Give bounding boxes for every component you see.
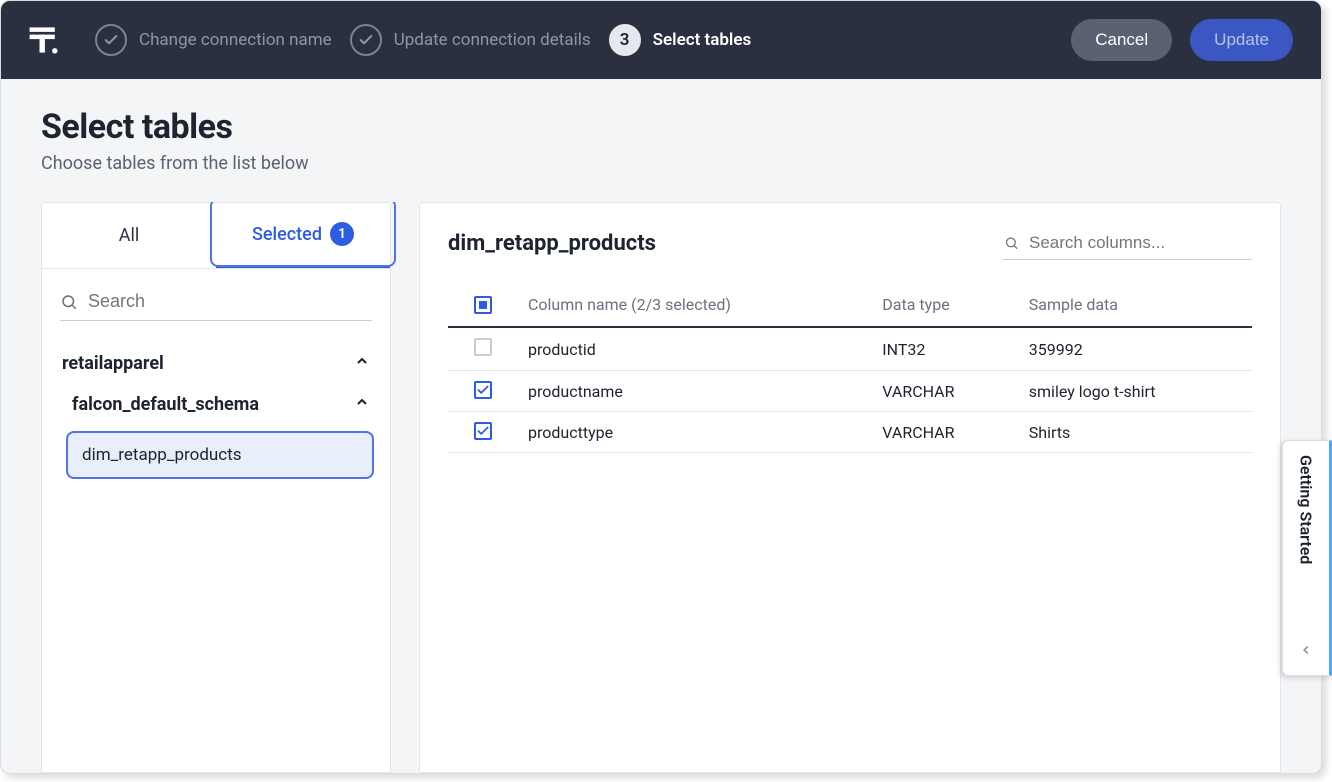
right-panel: dim_retapp_products Column name (2/3 sel… <box>419 202 1281 773</box>
column-name-cell: producttype <box>518 412 872 453</box>
tree-schema[interactable]: falcon_default_schema <box>58 384 374 425</box>
table-row: productidINT32359992 <box>448 327 1252 371</box>
table-search-input[interactable] <box>88 291 372 312</box>
row-checkbox[interactable] <box>474 422 492 440</box>
step-label: Change connection name <box>139 30 332 50</box>
sample-data-cell: Shirts <box>1019 412 1252 453</box>
data-type-cell: VARCHAR <box>872 371 1018 412</box>
table-row: productnameVARCHARsmiley logo t-shirt <box>448 371 1252 412</box>
tree-database[interactable]: retailapparel <box>58 343 374 384</box>
schema-name: falcon_default_schema <box>72 394 259 415</box>
select-all-checkbox[interactable] <box>474 296 492 314</box>
step-label: Update connection details <box>394 30 591 50</box>
database-name: retailapparel <box>62 353 164 374</box>
tree-table-selected[interactable]: dim_retapp_products <box>66 431 374 479</box>
table-row: producttypeVARCHARShirts <box>448 412 1252 453</box>
search-icon <box>60 293 78 311</box>
row-checkbox[interactable] <box>474 338 492 356</box>
table-search[interactable] <box>60 283 372 321</box>
getting-started-label: Getting Started <box>1297 455 1316 642</box>
data-type-header: Data type <box>872 282 1018 327</box>
selected-table-title: dim_retapp_products <box>448 231 656 256</box>
column-name-header: Column name (2/3 selected) <box>518 282 872 327</box>
chevron-up-icon <box>354 394 370 415</box>
column-search[interactable] <box>1002 227 1252 260</box>
chevron-left-icon <box>1299 642 1313 661</box>
sample-data-cell: smiley logo t-shirt <box>1019 371 1252 412</box>
check-icon <box>95 24 127 56</box>
page-title: Select tables <box>41 107 1281 147</box>
app-logo <box>21 17 67 63</box>
step-label: Select tables <box>653 30 752 50</box>
step-number: 3 <box>609 24 641 56</box>
columns-table: Column name (2/3 selected) Data type Sam… <box>448 282 1252 453</box>
check-icon <box>350 24 382 56</box>
step-3-active[interactable]: 3 Select tables <box>609 24 752 56</box>
column-name-cell: productid <box>518 327 872 371</box>
data-type-cell: INT32 <box>872 327 1018 371</box>
selected-count-badge: 1 <box>330 222 354 246</box>
getting-started-tab[interactable]: Getting Started <box>1282 440 1332 676</box>
update-button[interactable]: Update <box>1190 19 1293 61</box>
tab-all[interactable]: All <box>42 203 216 268</box>
tab-label: Selected <box>252 224 322 245</box>
tab-selected[interactable]: Selected 1 <box>216 203 390 268</box>
sample-data-cell: 359992 <box>1019 327 1252 371</box>
row-checkbox[interactable] <box>474 381 492 399</box>
table-name: dim_retapp_products <box>82 445 242 465</box>
step-1[interactable]: Change connection name <box>95 24 332 56</box>
left-panel: All Selected 1 retailapparel <box>41 202 391 773</box>
column-search-input[interactable] <box>1029 233 1250 253</box>
data-type-cell: VARCHAR <box>872 412 1018 453</box>
search-icon <box>1004 234 1019 252</box>
column-name-cell: productname <box>518 371 872 412</box>
cancel-button[interactable]: Cancel <box>1071 19 1172 61</box>
sample-data-header: Sample data <box>1019 282 1252 327</box>
page-subtitle: Choose tables from the list below <box>41 153 1281 174</box>
top-bar: Change connection name Update connection… <box>1 1 1321 79</box>
tab-label: All <box>119 225 140 246</box>
step-2[interactable]: Update connection details <box>350 24 591 56</box>
chevron-up-icon <box>354 353 370 374</box>
